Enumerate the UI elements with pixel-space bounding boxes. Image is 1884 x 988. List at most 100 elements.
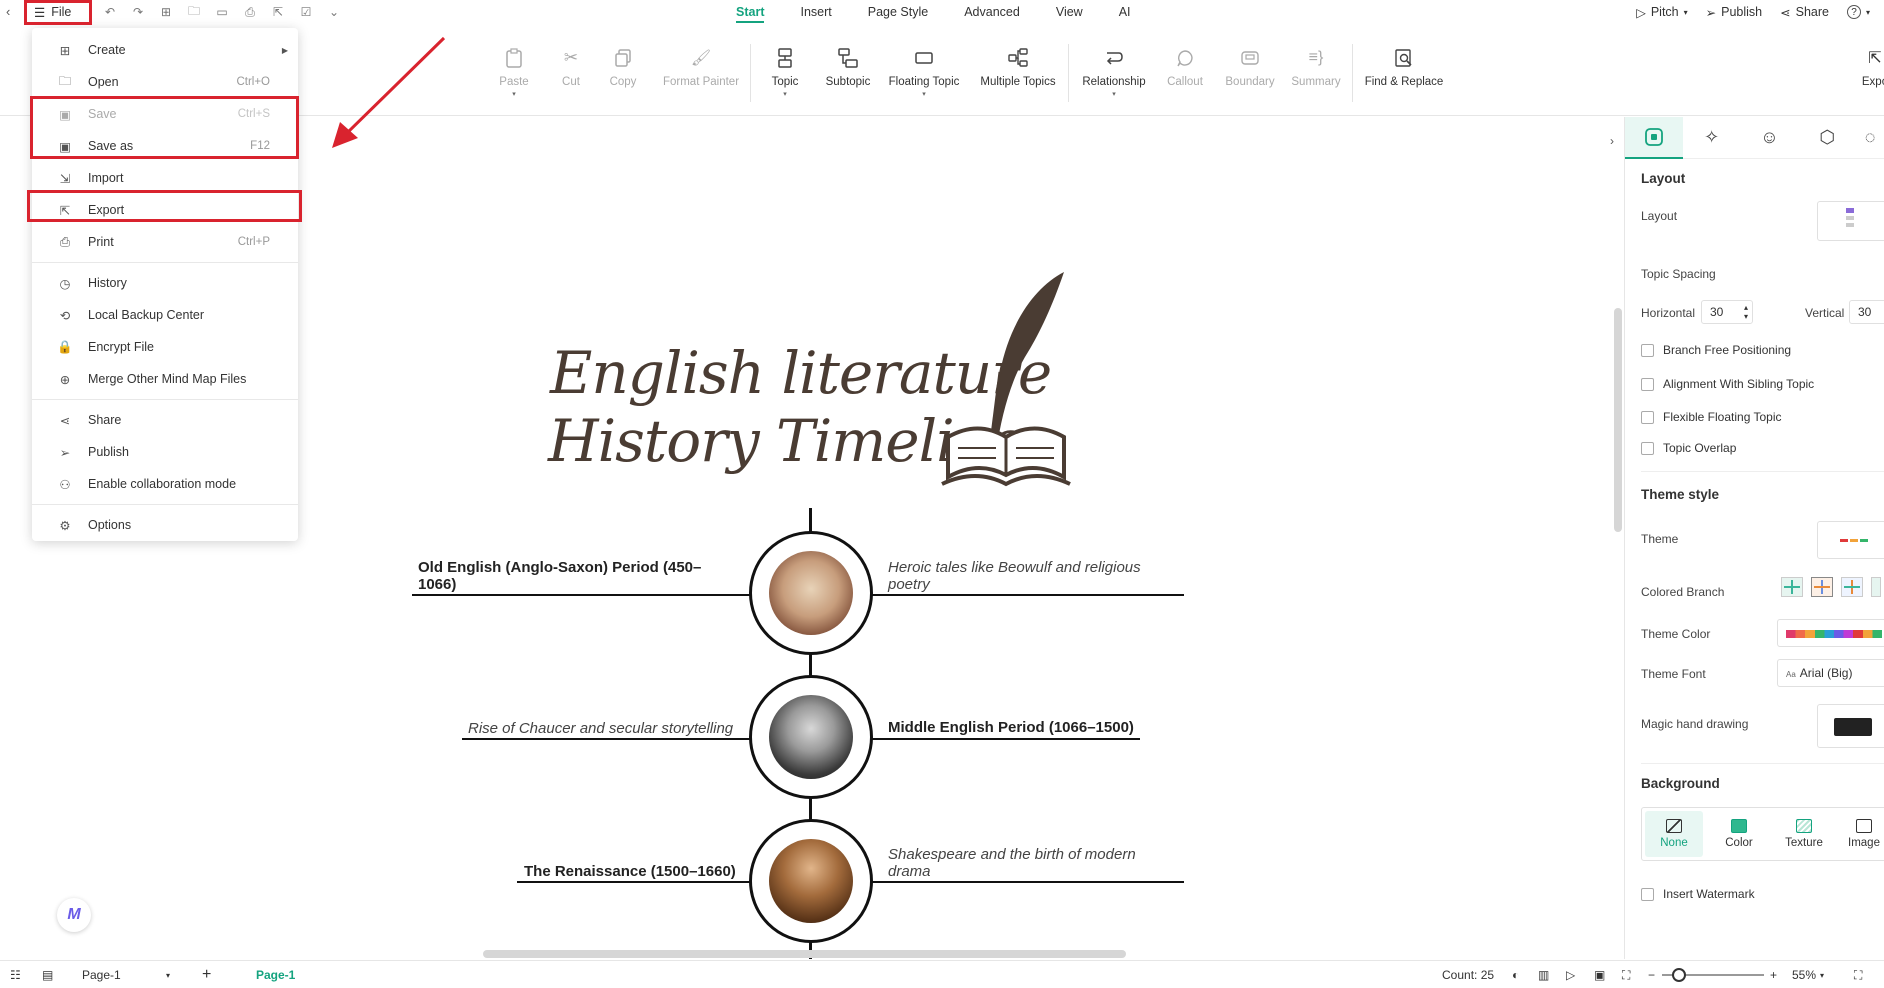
note-middle-english[interactable]: Rise of Chaucer and secular storytelling: [468, 720, 744, 737]
paste-button[interactable]: Paste ▾: [484, 46, 544, 98]
bg-none-option[interactable]: None: [1645, 811, 1703, 857]
layout-tab-icon[interactable]: [1625, 116, 1683, 159]
save-icon[interactable]: ▭: [212, 2, 232, 22]
boundary-button[interactable]: Boundary: [1222, 46, 1278, 88]
add-page-icon[interactable]: +: [202, 961, 211, 988]
bg-color-option[interactable]: Color: [1710, 811, 1768, 857]
tab-advanced[interactable]: Advanced: [946, 0, 1038, 24]
export-ribbon-button[interactable]: ⇱ Expo: [1860, 46, 1884, 88]
subtopic-button[interactable]: Subtopic: [820, 46, 876, 88]
fit-page-icon[interactable]: ▣: [1594, 961, 1605, 988]
multiple-topics-button[interactable]: Multiple Topics: [976, 46, 1060, 88]
zoom-select[interactable]: 55% ▾: [1792, 961, 1824, 988]
theme-selector[interactable]: [1817, 521, 1884, 559]
ai-assistant-logo-icon[interactable]: M: [57, 898, 91, 932]
share-button[interactable]: ⋖ Share: [1780, 5, 1829, 20]
branch-style-icon[interactable]: [1871, 577, 1881, 597]
menu-item-share[interactable]: ⋖ Share: [32, 404, 298, 436]
sidebar-toggle-icon[interactable]: ▤: [42, 961, 53, 988]
book-view-icon[interactable]: ▥: [1538, 961, 1549, 988]
back-icon[interactable]: ‹: [6, 4, 20, 20]
tab-insert[interactable]: Insert: [782, 0, 849, 24]
stepper-icon[interactable]: ▴ ▾: [1744, 303, 1748, 321]
bg-image-option[interactable]: Image: [1840, 811, 1884, 857]
insert-watermark-checkbox[interactable]: Insert Watermark: [1641, 887, 1755, 901]
timeline-node-renaissance[interactable]: [749, 819, 873, 943]
undo-icon[interactable]: ↶: [100, 2, 120, 22]
topic-button[interactable]: Topic ▾: [762, 46, 808, 98]
topic-overlap-checkbox[interactable]: Topic Overlap: [1641, 441, 1736, 455]
menu-item-encrypt[interactable]: 🔒 Encrypt File: [32, 331, 298, 363]
play-icon[interactable]: ▷: [1566, 961, 1575, 988]
checkbox-box[interactable]: [1641, 343, 1654, 357]
theme-font-select[interactable]: Aa Arial (Big): [1777, 659, 1884, 687]
outline-view-icon[interactable]: ☷: [10, 961, 21, 988]
new-file-icon[interactable]: ⊞: [156, 2, 176, 22]
collapse-panel-icon[interactable]: ›: [1602, 130, 1622, 152]
branch-style-icon[interactable]: [1811, 577, 1833, 597]
menu-item-options[interactable]: ⚙ Options: [32, 509, 298, 541]
checklist-icon[interactable]: ☑: [296, 2, 316, 22]
format-painter-button[interactable]: 🖌 Format Painter: [656, 46, 746, 88]
magic-hand-toggle[interactable]: [1817, 704, 1884, 748]
menu-item-collaboration[interactable]: ⚇ Enable collaboration mode: [32, 468, 298, 500]
branch-style-icon[interactable]: [1781, 577, 1803, 597]
menu-item-create[interactable]: ⊞ Create ▶: [32, 34, 298, 66]
page-select[interactable]: Page-1 ▾: [82, 961, 170, 988]
checkbox-box[interactable]: [1641, 377, 1654, 391]
tab-start[interactable]: Start: [718, 0, 782, 24]
pitch-button[interactable]: ▷ Pitch ▾: [1636, 5, 1687, 20]
horizontal-spacing-input[interactable]: 30 ▴ ▾: [1701, 300, 1753, 324]
tab-ai[interactable]: AI: [1101, 0, 1149, 24]
zoom-slider-handle[interactable]: [1672, 968, 1686, 982]
sticker-tab-icon[interactable]: ☺: [1741, 117, 1799, 159]
checkbox-box[interactable]: [1641, 441, 1654, 455]
floating-topic-button[interactable]: Floating Topic ▾: [884, 46, 964, 98]
theme-color-selector[interactable]: [1777, 619, 1884, 647]
topic-renaissance[interactable]: The Renaissance (1500–1660): [524, 863, 742, 880]
menu-item-import[interactable]: ⇲ Import: [32, 162, 298, 194]
summary-button[interactable]: ≡} Summary: [1288, 46, 1344, 88]
copy-button[interactable]: Copy: [598, 46, 648, 88]
topic-old-english[interactable]: Old English (Anglo-Saxon) Period (450–10…: [418, 559, 723, 593]
tab-page-style[interactable]: Page Style: [850, 0, 946, 24]
timeline-node-old-english[interactable]: [749, 531, 873, 655]
menu-item-save[interactable]: ▣ Save Ctrl+S: [32, 98, 298, 130]
align-sibling-checkbox[interactable]: Alignment With Sibling Topic: [1641, 377, 1814, 391]
menu-item-history[interactable]: ◷ History: [32, 267, 298, 299]
checkbox-box[interactable]: [1641, 410, 1654, 424]
zoom-out-icon[interactable]: −: [1648, 961, 1655, 988]
fit-width-icon[interactable]: ⛶: [1622, 961, 1630, 988]
menu-item-open[interactable]: 🗀 Open Ctrl+O: [32, 66, 298, 98]
menu-item-save-as[interactable]: ▣ Save as F12: [32, 130, 298, 162]
flexible-floating-checkbox[interactable]: Flexible Floating Topic: [1641, 410, 1782, 424]
branch-free-checkbox[interactable]: Branch Free Positioning: [1641, 343, 1791, 357]
note-old-english[interactable]: Heroic tales like Beowulf and religious …: [888, 559, 1168, 593]
menu-item-backup[interactable]: ⟲ Local Backup Center: [32, 299, 298, 331]
theme-tab-icon[interactable]: ⬡: [1798, 117, 1856, 159]
bg-texture-option[interactable]: Texture: [1775, 811, 1833, 857]
branch-style-icon[interactable]: [1841, 577, 1863, 597]
menu-item-publish[interactable]: ➢ Publish: [32, 436, 298, 468]
menu-item-export[interactable]: ⇱ Export: [32, 194, 298, 226]
theme-mode-icon[interactable]: ◐: [1512, 961, 1519, 988]
redo-icon[interactable]: ↷: [128, 2, 148, 22]
horizontal-scrollbar[interactable]: [483, 950, 1126, 958]
cut-button[interactable]: ✂ Cut: [546, 46, 596, 88]
help-button[interactable]: ? ▾: [1846, 5, 1870, 19]
print-icon[interactable]: ⎙: [240, 2, 260, 22]
fullscreen-icon[interactable]: ⛶: [1854, 961, 1862, 988]
file-menu-button[interactable]: ☰ File: [24, 0, 90, 24]
page-tab-1[interactable]: Page-1: [256, 961, 295, 988]
checkbox-box[interactable]: [1641, 887, 1654, 901]
open-folder-icon[interactable]: 🗀: [184, 2, 204, 22]
menu-item-merge[interactable]: ⊕ Merge Other Mind Map Files: [32, 363, 298, 395]
publish-button[interactable]: ➢ Publish: [1706, 5, 1762, 20]
timeline-node-middle-english[interactable]: [749, 675, 873, 799]
export-icon[interactable]: ⇱: [268, 2, 288, 22]
more-tab-icon[interactable]: ◌: [1856, 117, 1884, 159]
more-icon[interactable]: ⌄: [324, 2, 344, 22]
zoom-in-icon[interactable]: +: [1770, 961, 1777, 988]
vertical-spacing-input[interactable]: 30: [1849, 300, 1884, 324]
topic-middle-english[interactable]: Middle English Period (1066–1500): [888, 719, 1148, 736]
